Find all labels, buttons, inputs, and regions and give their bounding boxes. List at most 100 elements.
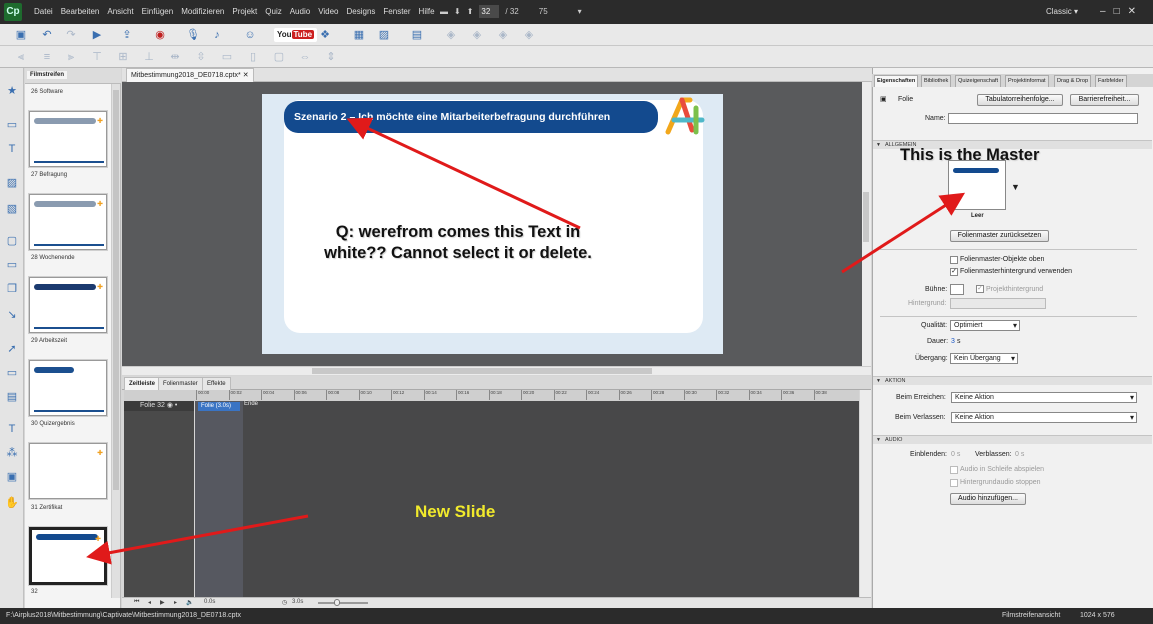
maximize-icon[interactable]: □ [1114, 6, 1128, 17]
timeline-scrollbar[interactable] [860, 390, 871, 597]
cursor-icon[interactable]: ➚ [5, 342, 19, 356]
name-input[interactable] [948, 113, 1138, 124]
share-icon[interactable]: ❖ [318, 28, 332, 42]
fade-out-value[interactable]: 0 s [1015, 451, 1024, 458]
tab-quizeigenschaft[interactable]: Quizeigenschaft [955, 75, 1002, 87]
ok-button-icon[interactable]: ▭ [5, 366, 19, 380]
stage-horizontal-scrollbar[interactable] [122, 366, 871, 375]
play-icon[interactable]: ▶ [160, 599, 165, 606]
section-audio[interactable]: AUDIO [873, 435, 1152, 445]
reset-master-button[interactable]: Folienmaster zurücksetzen [950, 230, 1049, 242]
same-width-icon[interactable]: ▭ [220, 50, 234, 64]
next-icon[interactable]: ▸ [174, 599, 177, 606]
document-tab[interactable]: Mitbestimmung2018_DE0718.cptx* ✕ [126, 68, 254, 82]
publish-icon[interactable]: ⇪ [120, 28, 134, 42]
object-icon-3[interactable]: ◈ [496, 28, 510, 42]
menu-video[interactable]: Video [314, 0, 342, 24]
tab-projektinformation[interactable]: Projektinformat [1005, 75, 1049, 87]
undo-icon[interactable]: ↶ [40, 28, 54, 42]
slide-icon[interactable]: ▤ [410, 28, 424, 42]
zoom-level[interactable]: 75 [539, 7, 548, 16]
section-aktion[interactable]: AKTION [873, 376, 1152, 386]
frame-icon[interactable]: ▢ [5, 234, 19, 248]
current-slide-input[interactable]: 32 [479, 5, 500, 18]
align-top-icon[interactable]: ⊤ [90, 50, 104, 64]
zoom-slider-handle[interactable] [334, 599, 340, 606]
zoom-dropdown-icon[interactable]: ▾ [578, 7, 582, 16]
volume-icon[interactable]: 🔈 [186, 599, 193, 606]
microphone-icon[interactable]: 🎙 [186, 28, 200, 42]
record-icon[interactable]: ◉ [153, 28, 167, 42]
stop-bg-audio-checkbox[interactable] [950, 479, 958, 487]
workspace-switcher[interactable]: Classic ▾ [1046, 0, 1078, 24]
lock-icon[interactable]: • [175, 402, 177, 409]
transition-select[interactable]: Kein Übergang [950, 353, 1018, 364]
rewind-icon[interactable]: ⏮ [134, 599, 139, 606]
align-center-icon[interactable]: ≡ [40, 50, 54, 64]
distribute-v-icon[interactable]: ⇳ [194, 50, 208, 64]
scroll-thumb[interactable] [113, 90, 119, 490]
slide-thumbnail-29[interactable]: ✚ [29, 277, 107, 333]
menu-bearbeiten[interactable]: Bearbeiten [57, 0, 104, 24]
same-size-icon[interactable]: ▢ [272, 50, 286, 64]
arrow-up-icon[interactable]: ⬆ [467, 7, 474, 16]
on-exit-select[interactable]: Keine Aktion [951, 412, 1137, 423]
caption-icon[interactable]: ▭ [5, 118, 19, 132]
slide-thumbnail-30[interactable] [29, 360, 107, 416]
menu-projekt[interactable]: Projekt [228, 0, 261, 24]
menu-einfuegen[interactable]: Einfügen [138, 0, 178, 24]
add-audio-button[interactable]: Audio hinzufügen... [950, 493, 1026, 505]
zoom-slider[interactable] [318, 602, 368, 604]
hotspot-icon[interactable]: ⁂ [5, 446, 19, 460]
widget-icon[interactable]: ▣ [5, 470, 19, 484]
duration-value[interactable]: 3 [951, 338, 955, 345]
filmstrip-tab[interactable]: Filmstreifen [27, 71, 68, 79]
master-objects-top-checkbox[interactable] [950, 256, 958, 264]
save-icon[interactable]: ▣ [14, 28, 28, 42]
menu-audio[interactable]: Audio [286, 0, 314, 24]
image-icon[interactable]: ▨ [377, 28, 391, 42]
project-bg-checkbox[interactable]: ✓ [976, 285, 984, 293]
music-icon[interactable]: ♪ [210, 28, 224, 42]
object-icon-1[interactable]: ◈ [444, 28, 458, 42]
tab-effekte[interactable]: Effekte [202, 377, 231, 390]
accessibility-button[interactable]: Barrierefreiheit... [1070, 94, 1139, 106]
slide-thumbnail-32[interactable]: ✚ [29, 527, 107, 585]
align-left-icon[interactable]: ⫷ [14, 50, 28, 64]
menu-designs[interactable]: Designs [343, 0, 380, 24]
use-master-bg-checkbox[interactable]: ✓ [950, 268, 958, 276]
menu-ansicht[interactable]: Ansicht [103, 0, 137, 24]
image-tool-icon[interactable]: ▨ [5, 176, 19, 190]
master-slide-thumbnail[interactable] [948, 160, 1006, 210]
scroll-thumb[interactable] [312, 368, 652, 374]
layers-icon[interactable]: ❐ [5, 282, 19, 296]
text-field-icon[interactable]: T [5, 422, 19, 436]
background-field[interactable] [950, 298, 1046, 309]
people-icon[interactable]: ☺ [243, 28, 257, 42]
prev-icon[interactable]: ◂ [148, 599, 151, 606]
menu-fenster[interactable]: Fenster [379, 0, 414, 24]
form-icon[interactable]: ▤ [5, 390, 19, 404]
tab-bibliothek[interactable]: Bibliothek [921, 75, 952, 87]
menu-datei[interactable]: Datei [30, 0, 57, 24]
close-tab-icon[interactable]: ✕ [243, 72, 249, 79]
loop-audio-checkbox[interactable] [950, 466, 958, 474]
slide-thumbnail-28[interactable]: ✚ [29, 194, 107, 250]
object-icon-4[interactable]: ◈ [522, 28, 536, 42]
filmstrip-scrollbar[interactable] [111, 84, 120, 598]
menu-hilfe[interactable]: Hilfe [415, 0, 439, 24]
master-dropdown-icon[interactable]: ▼ [1011, 182, 1020, 192]
align-middle-icon[interactable]: ⊞ [116, 50, 130, 64]
path-icon[interactable]: ↘ [5, 308, 19, 322]
distribute-h-icon[interactable]: ⇹ [168, 50, 182, 64]
star-icon[interactable]: ★ [5, 84, 19, 98]
align-right-icon[interactable]: ⫸ [64, 50, 78, 64]
scroll-thumb[interactable] [863, 192, 869, 242]
center-v-icon[interactable]: ⇕ [324, 50, 338, 64]
youtube-button[interactable]: You Tube [274, 28, 318, 42]
redo-icon[interactable]: ↷ [64, 28, 78, 42]
timeline-slide-item[interactable]: Folie (3.0s) [198, 402, 240, 411]
screen-icon[interactable]: ▭ [5, 258, 19, 272]
filmstrip-toggle-icon[interactable]: ▬ [440, 7, 448, 16]
table-icon[interactable]: ▦ [352, 28, 366, 42]
